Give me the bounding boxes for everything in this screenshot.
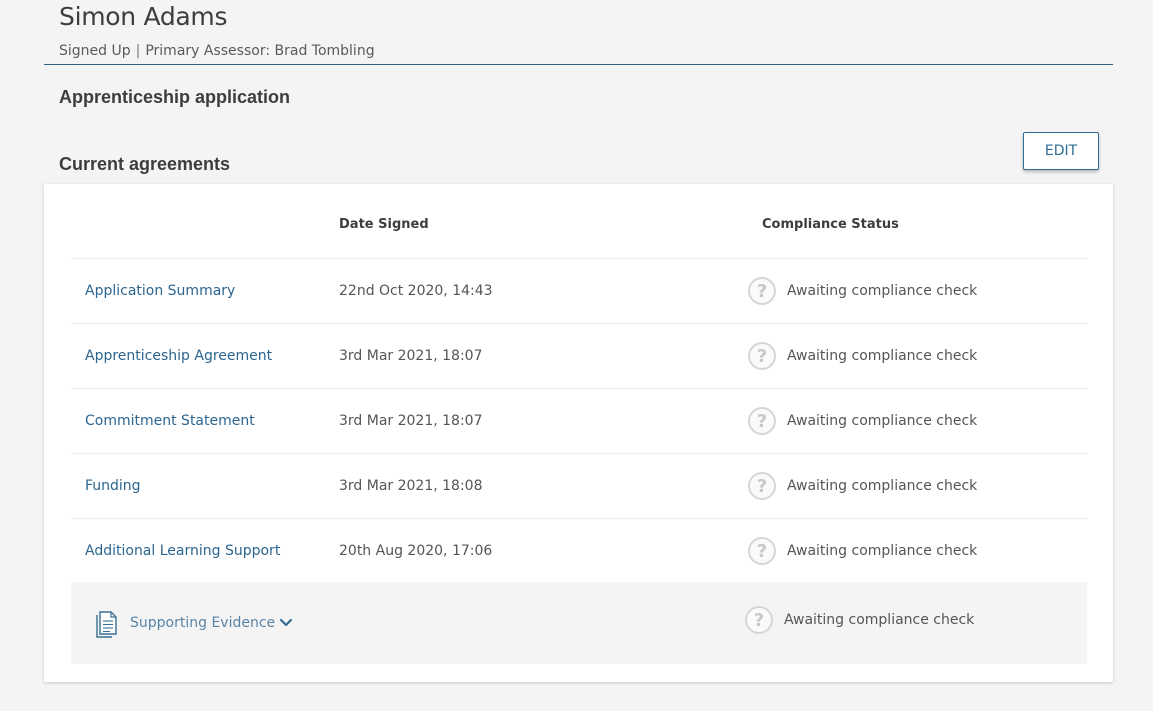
- question-circle-icon: ?: [748, 472, 776, 500]
- question-circle-icon: ?: [748, 537, 776, 565]
- learner-header: Simon Adams Signed Up | Primary Assessor: …: [44, 0, 1113, 65]
- edit-button[interactable]: EDIT: [1023, 132, 1099, 170]
- commitment-statement-link[interactable]: Commitment Statement: [85, 413, 255, 429]
- date-signed: 3rd Mar 2021, 18:07: [339, 413, 483, 429]
- table-row: Apprenticeship Agreement 3rd Mar 2021, 1…: [71, 324, 1087, 389]
- compliance-status: ? Awaiting compliance check: [745, 606, 974, 634]
- supporting-evidence-toggle[interactable]: Supporting Evidence: [95, 608, 293, 638]
- apprenticeship-agreement-link[interactable]: Apprenticeship Agreement: [85, 348, 272, 364]
- meta-separator: |: [135, 43, 141, 59]
- application-summary-link[interactable]: Application Summary: [85, 283, 235, 299]
- table-row: Application Summary 22nd Oct 2020, 14:43…: [71, 259, 1087, 324]
- compliance-status-text: Awaiting compliance check: [787, 348, 978, 364]
- compliance-status-text: Awaiting compliance check: [787, 478, 978, 494]
- compliance-status-text: Awaiting compliance check: [787, 413, 978, 429]
- agreements-card: Date Signed Compliance Status Applicatio…: [44, 184, 1113, 682]
- question-circle-icon: ?: [748, 342, 776, 370]
- learner-status: Signed Up: [59, 43, 131, 59]
- learner-name: Simon Adams: [59, 2, 228, 31]
- date-signed: 3rd Mar 2021, 18:07: [339, 348, 483, 364]
- compliance-status: ? Awaiting compliance check: [748, 472, 977, 500]
- table-row: Additional Learning Support 20th Aug 202…: [71, 519, 1087, 583]
- date-signed: 22nd Oct 2020, 14:43: [339, 283, 493, 299]
- compliance-status-text: Awaiting compliance check: [787, 283, 978, 299]
- compliance-status-text: Awaiting compliance check: [784, 612, 975, 628]
- additional-learning-support-link[interactable]: Additional Learning Support: [85, 543, 280, 559]
- table-header: Date Signed Compliance Status: [71, 184, 1087, 259]
- chevron-down-icon: [280, 618, 293, 627]
- compliance-status: ? Awaiting compliance check: [748, 537, 977, 565]
- question-circle-icon: ?: [748, 407, 776, 435]
- document-icon: [96, 611, 117, 638]
- agreements-section-title: Current agreements: [59, 154, 231, 174]
- column-header-date: Date Signed: [339, 217, 429, 232]
- application-section-title: Apprenticeship application: [59, 87, 291, 107]
- compliance-status: ? Awaiting compliance check: [748, 407, 977, 435]
- question-circle-icon: ?: [748, 277, 776, 305]
- supporting-evidence-label: Supporting Evidence: [130, 615, 276, 631]
- agreements-table: Date Signed Compliance Status Applicatio…: [71, 184, 1087, 583]
- column-header-status: Compliance Status: [762, 217, 899, 232]
- funding-link[interactable]: Funding: [85, 478, 141, 494]
- question-circle-icon: ?: [745, 606, 773, 634]
- compliance-status: ? Awaiting compliance check: [748, 342, 977, 370]
- date-signed: 20th Aug 2020, 17:06: [339, 543, 493, 559]
- compliance-status: ? Awaiting compliance check: [748, 277, 977, 305]
- learner-meta: Signed Up | Primary Assessor: Brad Tomblin…: [59, 43, 375, 59]
- supporting-evidence-row: Supporting Evidence ? Awaiting complianc…: [71, 582, 1087, 664]
- table-row: Commitment Statement 3rd Mar 2021, 18:07…: [71, 389, 1087, 454]
- primary-assessor: Primary Assessor: Brad Tombling: [145, 43, 375, 59]
- date-signed: 3rd Mar 2021, 18:08: [339, 478, 483, 494]
- compliance-status-text: Awaiting compliance check: [787, 543, 978, 559]
- table-row: Funding 3rd Mar 2021, 18:08 ? Awaiting c…: [71, 454, 1087, 519]
